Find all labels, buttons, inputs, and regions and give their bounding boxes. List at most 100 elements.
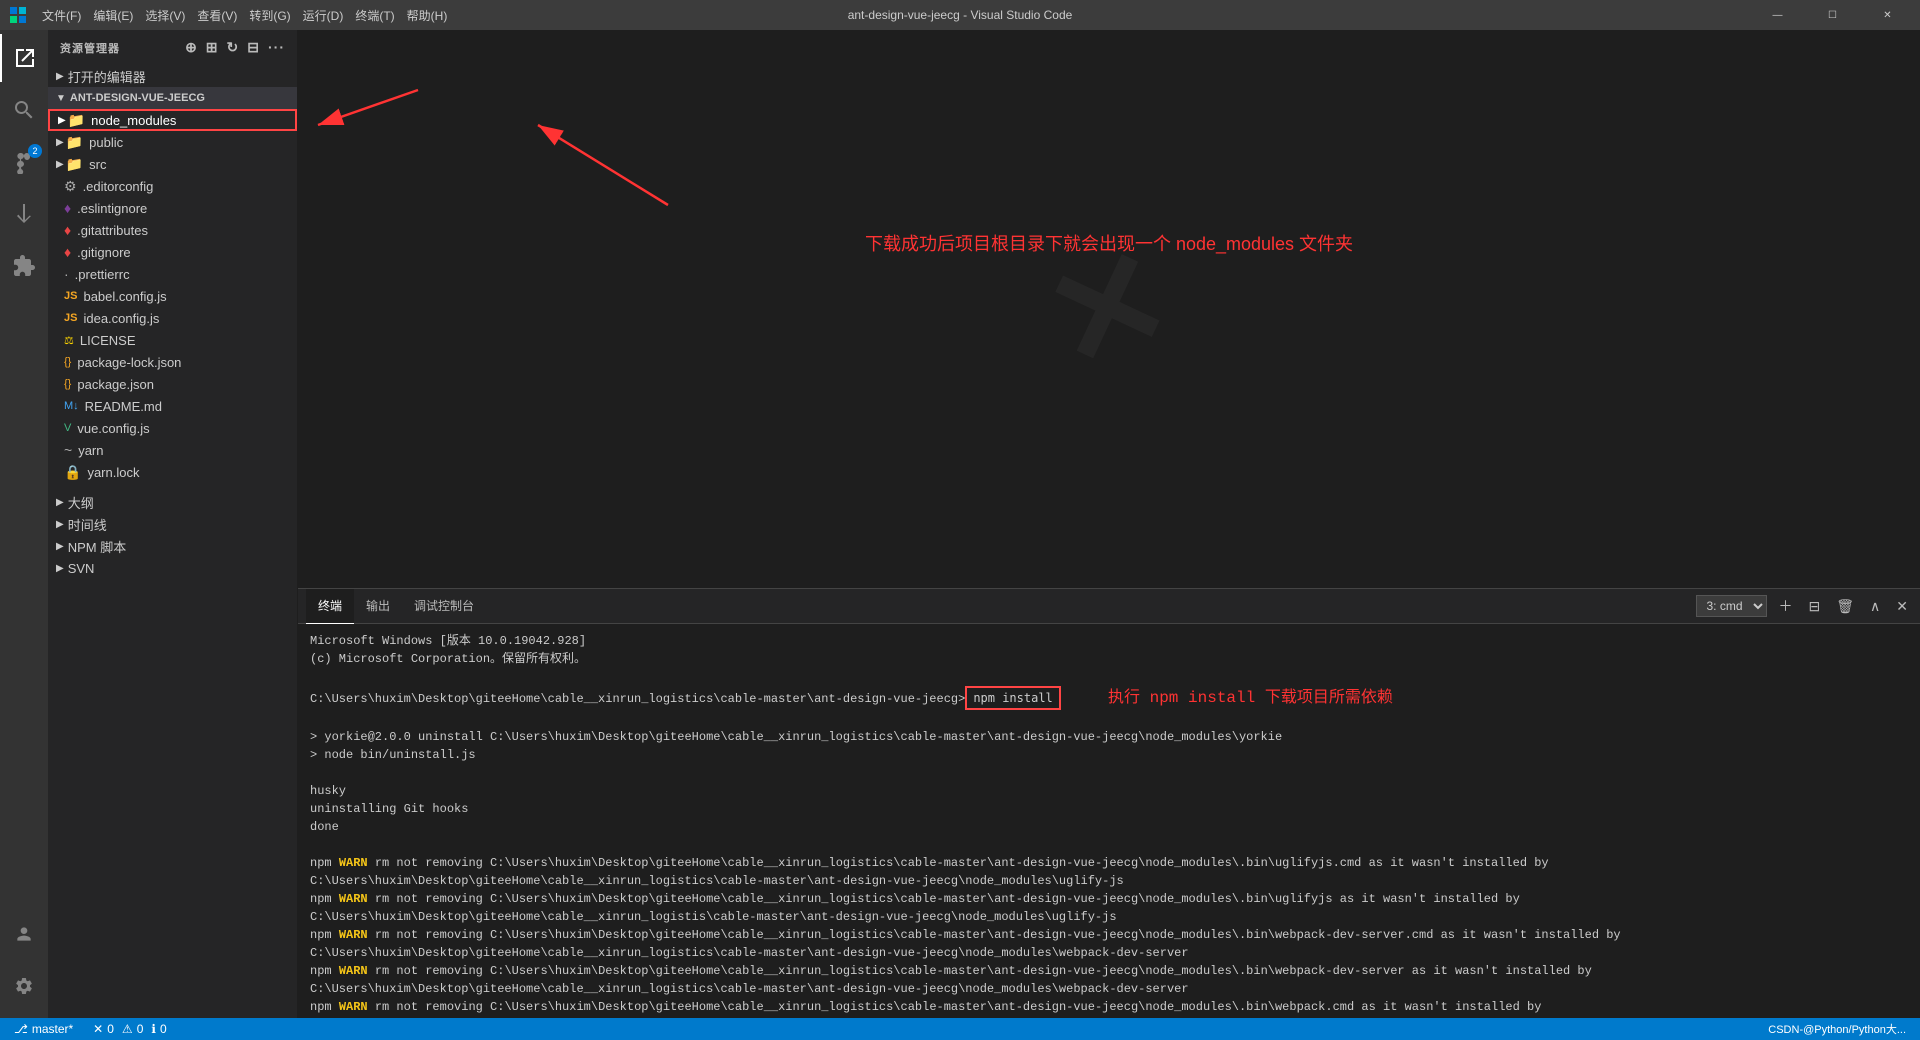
file-license[interactable]: ⚖ LICENSE: [48, 329, 297, 351]
folder-icon: 📁: [68, 112, 85, 129]
outline-section[interactable]: ▶ 大纲: [48, 491, 297, 513]
npm-install-box: npm install: [965, 686, 1060, 710]
new-folder-icon[interactable]: ⊞: [206, 39, 219, 56]
minimize-button[interactable]: —: [1755, 0, 1800, 30]
terminal-controls: 3: cmd ＋ ⊟ 🗑 ∧ ✕: [1696, 594, 1913, 618]
menu-run[interactable]: 运行(D): [303, 7, 344, 24]
close-terminal-button[interactable]: ✕: [1892, 596, 1912, 617]
status-bar: ⎇ master* ✕ 0 ⚠ 0 ℹ 0 CSDN-@Python/Pytho…: [0, 1018, 1920, 1040]
activity-account[interactable]: [0, 910, 48, 958]
folder-chevron-icon: ▶: [56, 159, 64, 170]
svn-label: SVN: [68, 561, 95, 576]
sidebar-header-icons: ⊕ ⊞ ↻ ⊟ ···: [185, 39, 285, 56]
activity-settings[interactable]: [0, 962, 48, 1010]
errors-status[interactable]: ✕ 0 ⚠ 0 ℹ 0: [89, 1022, 170, 1036]
activity-search[interactable]: [0, 86, 48, 134]
info-icon: ℹ: [151, 1022, 156, 1036]
new-file-icon[interactable]: ⊕: [185, 39, 198, 56]
menu-terminal[interactable]: 终端(T): [355, 7, 394, 24]
vscode-logo: [10, 7, 26, 23]
terminal-line: [310, 668, 1908, 686]
terminal-warn-line: npm WARN rm not removing C:\Users\huxim\…: [310, 998, 1908, 1018]
file-vue-config[interactable]: V vue.config.js: [48, 417, 297, 439]
more-icon[interactable]: ···: [268, 39, 285, 56]
add-terminal-button[interactable]: ＋: [1775, 594, 1797, 618]
terminal-content[interactable]: Microsoft Windows [版本 10.0.19042.928] (c…: [298, 624, 1920, 1018]
trash-terminal-button[interactable]: 🗑: [1832, 596, 1858, 617]
chevron-up-icon[interactable]: ∧: [1866, 596, 1884, 617]
file-editorconfig[interactable]: ⚙ .editorconfig: [48, 175, 297, 197]
activity-extensions[interactable]: [0, 242, 48, 290]
file-yarn-lock[interactable]: 🔒 yarn.lock: [48, 461, 297, 483]
terminal-tabs: 终端 输出 调试控制台 3: cmd ＋ ⊟ 🗑 ∧ ✕: [298, 589, 1920, 624]
tab-debug-console[interactable]: 调试控制台: [402, 589, 486, 624]
terminal-line: [310, 764, 1908, 782]
csdn-label: CSDN-@Python/Python大...: [1768, 1021, 1906, 1037]
tab-output[interactable]: 输出: [354, 589, 402, 624]
terminal-line: (c) Microsoft Corporation。保留所有权利。: [310, 650, 1908, 668]
outline-label: 大纲: [68, 493, 94, 512]
npm-section[interactable]: ▶ NPM 脚本: [48, 535, 297, 557]
tab-terminal[interactable]: 终端: [306, 589, 354, 624]
file-node_modules[interactable]: ▶ 📁 node_modules: [48, 109, 297, 131]
file-gitignore[interactable]: ♦ .gitignore: [48, 241, 297, 263]
menu-file[interactable]: 文件(F): [42, 7, 81, 24]
npm-annotation: 执行 npm install 下载项目所需依赖: [1108, 689, 1393, 707]
file-name: yarn.lock: [87, 465, 139, 480]
timeline-label: 时间线: [68, 515, 107, 534]
file-tree: ▶ 打开的编辑器 ▼ ANT-DESIGN-VUE-JEECG ▶ 📁 node…: [48, 65, 297, 1018]
file-idea[interactable]: JS idea.config.js: [48, 307, 297, 329]
file-public[interactable]: ▶ 📁 public: [48, 131, 297, 153]
project-section[interactable]: ▼ ANT-DESIGN-VUE-JEECG: [48, 87, 297, 109]
git-branch-icon: ⎇: [14, 1022, 28, 1036]
file-prettierrc[interactable]: · .prettierrc: [48, 263, 297, 285]
project-name: ANT-DESIGN-VUE-JEECG: [70, 92, 205, 104]
file-gitattributes[interactable]: ♦ .gitattributes: [48, 219, 297, 241]
menu-help[interactable]: 帮助(H): [407, 7, 448, 24]
open-editors-section[interactable]: ▶ 打开的编辑器: [48, 65, 297, 87]
menu-select[interactable]: 选择(V): [145, 7, 185, 24]
menu-goto[interactable]: 转到(G): [249, 7, 290, 24]
open-editors-label: 打开的编辑器: [68, 67, 146, 86]
file-yarn[interactable]: ~ yarn: [48, 439, 297, 461]
config-file-icon: ⚙: [64, 178, 77, 195]
collapse-icon[interactable]: ⊟: [247, 39, 260, 56]
status-right: CSDN-@Python/Python大...: [1764, 1021, 1910, 1037]
refresh-icon[interactable]: ↻: [227, 39, 240, 56]
activity-debug[interactable]: [0, 190, 48, 238]
terminal-line: done: [310, 818, 1908, 836]
error-icon: ✕: [93, 1022, 103, 1036]
activity-git[interactable]: 2: [0, 138, 48, 186]
folder-chevron-icon: ▶: [56, 137, 64, 148]
file-babel[interactable]: JS babel.config.js: [48, 285, 297, 307]
chevron-right-icon: ▶: [56, 519, 64, 530]
git-branch-status[interactable]: ⎇ master*: [10, 1022, 77, 1036]
git-file-icon: ♦: [64, 244, 71, 260]
title-bar-left: 文件(F) 编辑(E) 选择(V) 查看(V) 转到(G) 运行(D) 终端(T…: [10, 7, 447, 24]
yarn-file-icon: ~: [64, 442, 72, 458]
file-name: public: [89, 135, 123, 150]
file-package[interactable]: {} package.json: [48, 373, 297, 395]
terminal-warn-line: npm WARN rm not removing C:\Users\huxim\…: [310, 926, 1908, 962]
shell-selector[interactable]: 3: cmd: [1696, 595, 1767, 617]
file-package-lock[interactable]: {} package-lock.json: [48, 351, 297, 373]
menu-edit[interactable]: 编辑(E): [93, 7, 133, 24]
activity-explorer[interactable]: [0, 34, 48, 82]
svn-section[interactable]: ▶ SVN: [48, 557, 297, 579]
close-button[interactable]: ✕: [1865, 0, 1910, 30]
main-layout: 2 资源管理器 ⊕ ⊞ ↻ ⊟ ···: [0, 30, 1920, 1018]
file-name: babel.config.js: [83, 289, 166, 304]
file-readme[interactable]: M↓ README.md: [48, 395, 297, 417]
maximize-button[interactable]: ☐: [1810, 0, 1855, 30]
timeline-section[interactable]: ▶ 时间线: [48, 513, 297, 535]
folder-icon: 📁: [66, 156, 83, 173]
prettier-file-icon: ·: [64, 266, 69, 282]
csdn-status[interactable]: CSDN-@Python/Python大...: [1764, 1021, 1910, 1037]
file-name: .prettierrc: [75, 267, 130, 282]
file-eslintignore[interactable]: ♦ .eslintignore: [48, 197, 297, 219]
file-src[interactable]: ▶ 📁 src: [48, 153, 297, 175]
split-terminal-button[interactable]: ⊟: [1805, 596, 1825, 617]
js-file-icon: JS: [64, 312, 77, 324]
menu-view[interactable]: 查看(V): [197, 7, 237, 24]
file-name: .editorconfig: [83, 179, 154, 194]
